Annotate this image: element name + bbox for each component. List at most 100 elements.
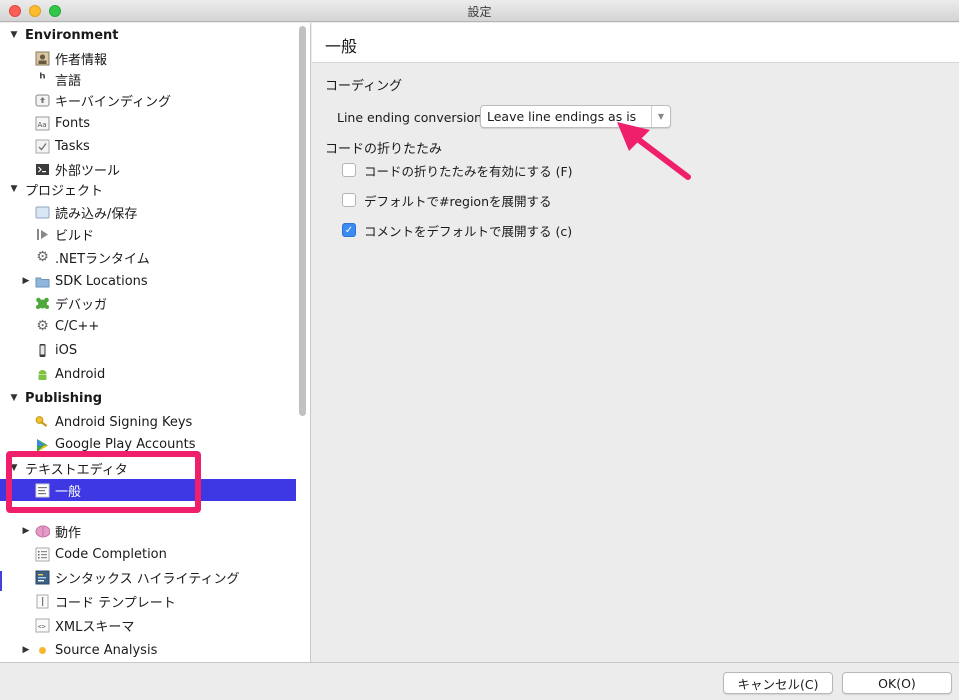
dialog-footer: キャンセル(C) OK(O) xyxy=(0,662,959,700)
folder-icon xyxy=(35,274,50,289)
sidebar-item-label: iOS xyxy=(55,342,78,358)
svg-text:Aa: Aa xyxy=(38,121,47,129)
checkbox-label: コードの折りたたみを有効にする (F) xyxy=(364,163,573,179)
triangle-right-icon[interactable]: ▶ xyxy=(21,276,31,286)
sidebar-item-label: XMLスキーマ xyxy=(55,619,135,635)
sidebar-item-label: Android Signing Keys xyxy=(55,414,193,430)
annotation-arrow xyxy=(617,122,691,180)
sidebar-item-label: SDK Locations xyxy=(55,273,148,289)
sidebar-item-label: C/C++ xyxy=(55,318,100,334)
sidebar-item-code-templates[interactable]: コード テンプレート xyxy=(0,590,296,612)
keybinding-icon xyxy=(35,93,50,108)
sidebar-item-google-play-accounts[interactable]: Google Play Accounts xyxy=(0,435,296,451)
title-bar: 設定 xyxy=(0,0,959,22)
panel-header: 一般 xyxy=(312,23,959,63)
gear-icon: ⚙ xyxy=(36,249,49,265)
sidebar-item-external-tools[interactable]: 外部ツール xyxy=(0,158,296,180)
sidebar-item-label: テキストエディタ xyxy=(25,462,128,478)
section-heading-coding: コーディング xyxy=(325,79,403,94)
window-title: 設定 xyxy=(467,5,492,19)
sidebar-category-publishing[interactable]: ▼ Publishing xyxy=(0,387,296,409)
author-icon xyxy=(35,51,50,66)
sidebar-item-label: 外部ツール xyxy=(55,163,121,179)
cancel-button[interactable]: キャンセル(C) xyxy=(723,672,833,694)
sidebar-item-label: Android xyxy=(55,366,106,382)
build-icon xyxy=(35,227,50,242)
sidebar-item-label: Publishing xyxy=(25,390,103,406)
triangle-down-icon[interactable]: ▼ xyxy=(9,393,19,403)
sidebar-item-label: 動作 xyxy=(55,525,82,541)
fonts-icon: Aa xyxy=(35,116,50,131)
checkbox-row-expand-regions[interactable]: デフォルトで#regionを展開する xyxy=(342,190,552,210)
terminal-icon xyxy=(35,162,50,177)
sidebar-category-text-editor[interactable]: ▼ テキストエディタ xyxy=(0,457,296,479)
expand-regions-checkbox[interactable] xyxy=(342,193,356,207)
triangle-down-icon[interactable]: ▼ xyxy=(9,30,19,40)
line-ending-label: Line ending conversion: xyxy=(337,110,487,125)
template-icon xyxy=(35,594,50,609)
sidebar-item-android[interactable]: Android xyxy=(0,363,296,385)
sidebar-item-load-save[interactable]: 読み込み/保存 xyxy=(0,201,296,223)
sidebar-item-android-signing-keys[interactable]: Android Signing Keys xyxy=(0,411,296,433)
sidebar-scrollbar[interactable] xyxy=(298,23,308,662)
page-title: 一般 xyxy=(325,37,358,56)
sidebar-item-label: Google Play Accounts xyxy=(55,437,196,451)
sidebar-item-author[interactable]: 作者情報 xyxy=(0,47,296,69)
checkbox-label: コメントをデフォルトで展開する (c) xyxy=(364,223,573,239)
gear-icon: ⚙ xyxy=(36,318,49,334)
sidebar-item-fonts[interactable]: Aa Fonts xyxy=(0,112,296,134)
xml-icon: <> xyxy=(35,618,50,633)
sidebar-item-tasks[interactable]: Tasks xyxy=(0,135,296,157)
sidebar-item-label: コード テンプレート xyxy=(55,595,176,611)
sidebar-item-keybinding[interactable]: キーバインディング xyxy=(0,89,296,111)
sidebar-item-label: 一般 xyxy=(55,484,82,500)
sidebar-item-language[interactable]: ʰ 言語 xyxy=(0,68,296,90)
sidebar-item-behavior[interactable]: ▶ 動作 xyxy=(0,520,296,542)
checkbox-row-enable-folding[interactable]: コードの折りたたみを有効にする (F) xyxy=(342,160,573,180)
enable-folding-checkbox[interactable] xyxy=(342,163,356,177)
sidebar-item-ios[interactable]: iOS xyxy=(0,339,296,361)
sidebar-scroll-thumb[interactable] xyxy=(299,26,306,416)
sidebar-item-label: 言語 xyxy=(55,73,82,89)
android-icon xyxy=(35,367,50,382)
sidebar-category-project[interactable]: ▼ プロジェクト xyxy=(0,178,296,200)
sidebar-item-sdk-locations[interactable]: ▶ SDK Locations xyxy=(0,270,296,292)
sidebar-item-label: 作者情報 xyxy=(55,52,108,68)
triangle-right-icon[interactable]: ▶ xyxy=(21,526,31,536)
sidebar-item-label: プロジェクト xyxy=(25,183,104,199)
triangle-down-icon[interactable]: ▼ xyxy=(9,184,19,194)
google-play-icon xyxy=(35,438,50,451)
sidebar-category-environment[interactable]: ▼ Environment xyxy=(0,24,296,46)
sidebar-item-label: Code Completion xyxy=(55,546,167,562)
sidebar-item-syntax-highlighting[interactable]: シンタックス ハイライティング xyxy=(0,566,296,588)
section-heading-folding: コードの折りたたみ xyxy=(325,142,443,157)
sidebar-item-label: デバッガ xyxy=(55,297,108,313)
sidebar-item-debugger[interactable]: デバッガ xyxy=(0,292,296,314)
sidebar-item-label: Tasks xyxy=(55,138,90,154)
sidebar-item-general[interactable]: 一般 xyxy=(0,479,296,501)
preferences-sidebar: ▼ Environment 作者情報 ʰ 言語 キーバインディング Aa Fon… xyxy=(0,23,311,662)
sidebar-item-net-runtime[interactable]: ⚙ .NETランタイム xyxy=(0,246,296,268)
brain-icon xyxy=(35,524,50,539)
sidebar-item-xml-schema[interactable]: <> XMLスキーマ xyxy=(0,614,296,636)
checkbox-row-expand-comments[interactable]: ✓ コメントをデフォルトで展開する (c) xyxy=(342,220,572,240)
triangle-down-icon[interactable]: ▼ xyxy=(9,463,19,473)
sidebar-item-label: Source Analysis xyxy=(55,642,158,658)
svg-text:<>: <> xyxy=(38,622,46,630)
expand-comments-checkbox[interactable]: ✓ xyxy=(342,223,356,237)
key-icon xyxy=(35,415,50,430)
sidebar-item-label: ビルド xyxy=(55,228,95,244)
sidebar-item-label: シンタックス ハイライティング xyxy=(55,571,240,587)
sidebar-item-source-analysis[interactable]: ▶ Source Analysis xyxy=(0,639,296,661)
list-icon xyxy=(35,547,50,562)
sidebar-item-label: Environment xyxy=(25,27,119,43)
sidebar-item-label: Fonts xyxy=(55,115,91,131)
sidebar-item-cpp[interactable]: ⚙ C/C++ xyxy=(0,315,296,337)
sidebar-item-code-completion[interactable]: Code Completion xyxy=(0,543,296,565)
sidebar-item-build[interactable]: ビルド xyxy=(0,223,296,245)
preferences-window: 設定 ▼ Environment 作者情報 ʰ 言語 キーバインディング Aa … xyxy=(0,0,959,700)
ok-button[interactable]: OK(O) xyxy=(842,672,952,694)
text-editor-icon xyxy=(35,483,50,498)
triangle-right-icon[interactable]: ▶ xyxy=(21,645,31,655)
load-save-icon xyxy=(35,205,50,220)
